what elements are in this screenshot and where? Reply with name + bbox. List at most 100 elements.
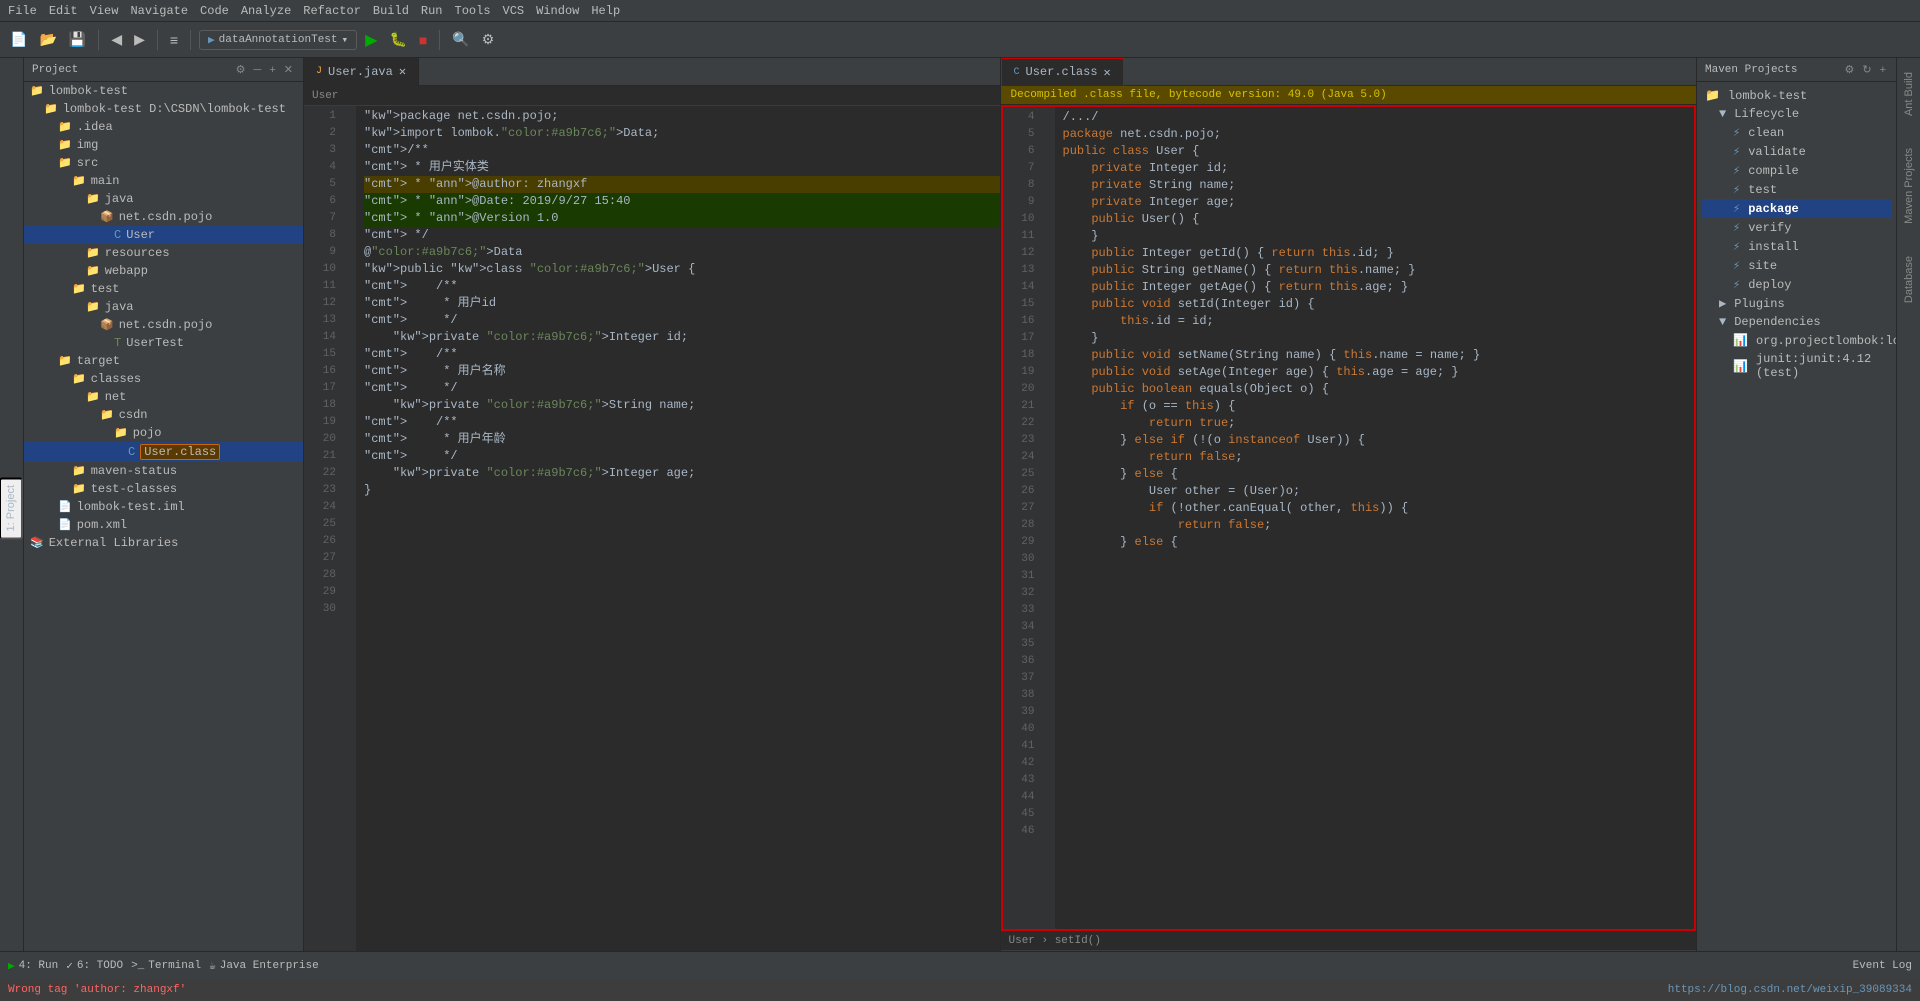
tree-item-7[interactable]: 📦net.csdn.pojo xyxy=(24,208,303,226)
maven-lifecycle-test[interactable]: ⚡test xyxy=(1701,180,1892,199)
terminal-bottom-btn[interactable]: >_ Terminal xyxy=(131,960,201,972)
run-btn[interactable]: ▶ xyxy=(361,28,381,52)
database-tab[interactable]: Database xyxy=(1899,250,1919,309)
tree-item-1[interactable]: 📁lombok-test D:\CSDN\lombok-test xyxy=(24,100,303,118)
structure-btn[interactable]: ≡ xyxy=(166,30,182,50)
project-expand-btn[interactable]: + xyxy=(267,63,277,77)
maven-dep-lombok[interactable]: 📊org.projectlombok:lo xyxy=(1701,331,1892,350)
maven-projects-tab[interactable]: Maven Projects xyxy=(1899,142,1919,230)
run-config-selector[interactable]: ▶ dataAnnotationTest ▾ xyxy=(199,30,357,50)
tree-item-18[interactable]: 📁csdn xyxy=(24,406,303,424)
tree-item-2[interactable]: 📁.idea xyxy=(24,118,303,136)
tree-item-5[interactable]: 📁main xyxy=(24,172,303,190)
java-editor-content[interactable]: 1234567891011121314151617181920212223242… xyxy=(304,106,1000,951)
tree-item-13[interactable]: 📦net.csdn.pojo xyxy=(24,316,303,334)
menu-window[interactable]: Window xyxy=(536,4,579,18)
tree-item-0[interactable]: 📁lombok-test xyxy=(24,82,303,100)
menu-file[interactable]: File xyxy=(8,4,37,18)
project-close-btn[interactable]: ✕ xyxy=(282,62,295,77)
maven-root[interactable]: 📁lombok-test xyxy=(1701,86,1892,105)
forward-btn[interactable]: ▶ xyxy=(130,29,149,50)
java-code-line-26: "cmt"> * 用户年龄 xyxy=(364,431,1000,448)
art-build-tab[interactable]: Ant Build xyxy=(1899,66,1919,122)
maven-add-btn[interactable]: + xyxy=(1878,63,1888,77)
tree-item-label-23: lombok-test.iml xyxy=(77,500,185,514)
menu-code[interactable]: Code xyxy=(200,4,229,18)
maven-lifecycle-package[interactable]: ⚡package xyxy=(1701,199,1892,218)
tree-item-21[interactable]: 📁maven-status xyxy=(24,462,303,480)
tree-item-3[interactable]: 📁img xyxy=(24,136,303,154)
tree-item-25[interactable]: 📚External Libraries xyxy=(24,534,303,552)
run-bottom-btn[interactable]: ▶ 4: Run xyxy=(8,959,58,973)
java-enterprise-bottom-btn[interactable]: ☕ Java Enterprise xyxy=(209,959,319,973)
maven-lifecycle-site[interactable]: ⚡site xyxy=(1701,256,1892,275)
maven-settings-btn[interactable]: ⚙ xyxy=(1842,62,1856,77)
maven-lifecycle-header[interactable]: ▼Lifecycle xyxy=(1701,105,1892,123)
userclass-close-btn[interactable]: ✕ xyxy=(1104,65,1111,80)
menu-edit[interactable]: Edit xyxy=(49,4,78,18)
decompiled-code-lines: /.../package net.csdn.pojo;public class … xyxy=(1055,107,1695,929)
search-everywhere-btn[interactable]: 🔍 xyxy=(448,29,473,50)
maven-deps-header[interactable]: ▼Dependencies xyxy=(1701,313,1892,331)
todo-bottom-btn[interactable]: ✓ 6: TODO xyxy=(66,959,123,973)
maven-refresh-btn[interactable]: ↻ xyxy=(1860,62,1873,77)
tree-item-19[interactable]: 📁pojo xyxy=(24,424,303,442)
java-code-line-10: "cmt"> * "ann">@Version 1.0 xyxy=(364,210,1000,227)
event-log-btn[interactable]: Event Log xyxy=(1853,960,1912,972)
maven-lifecycle-verify[interactable]: ⚡verify xyxy=(1701,218,1892,237)
userclass-tab[interactable]: C User.class ✕ xyxy=(1001,58,1124,86)
userclass-tab-label: User.class xyxy=(1026,65,1098,79)
tree-item-icon-19: 📁 xyxy=(114,426,128,440)
maven-plugins-header[interactable]: ▶Plugins xyxy=(1701,294,1892,313)
tree-item-8[interactable]: CUser xyxy=(24,226,303,244)
maven-lifecycle-deploy[interactable]: ⚡deploy xyxy=(1701,275,1892,294)
open-btn[interactable]: 📂 xyxy=(35,29,60,50)
java-line-num-2: 2 xyxy=(312,125,336,142)
tree-item-4[interactable]: 📁src xyxy=(24,154,303,172)
tree-item-10[interactable]: 📁webapp xyxy=(24,262,303,280)
new-file-btn[interactable]: 📄 xyxy=(6,29,31,50)
tree-item-15[interactable]: 📁target xyxy=(24,352,303,370)
back-btn[interactable]: ◀ xyxy=(107,29,126,50)
project-tab-btn[interactable]: 1: Project xyxy=(0,477,23,539)
tree-item-11[interactable]: 📁test xyxy=(24,280,303,298)
menu-vcs[interactable]: VCS xyxy=(503,4,525,18)
menu-view[interactable]: View xyxy=(90,4,119,18)
tree-item-9[interactable]: 📁resources xyxy=(24,244,303,262)
tree-item-16[interactable]: 📁classes xyxy=(24,370,303,388)
tree-item-14[interactable]: TUserTest xyxy=(24,334,303,352)
tree-item-label-22: test-classes xyxy=(91,482,177,496)
userjava-close-btn[interactable]: ✕ xyxy=(399,64,406,79)
tree-item-17[interactable]: 📁net xyxy=(24,388,303,406)
project-settings-btn[interactable]: ⚙ xyxy=(234,62,248,77)
menu-help[interactable]: Help xyxy=(591,4,620,18)
menu-analyze[interactable]: Analyze xyxy=(241,4,291,18)
tree-item-24[interactable]: 📄pom.xml xyxy=(24,516,303,534)
tree-item-icon-16: 📁 xyxy=(72,372,86,386)
project-collapse-btn[interactable]: ─ xyxy=(252,63,264,77)
menu-build[interactable]: Build xyxy=(373,4,409,18)
decompiled-line-num-17: 17 xyxy=(1011,330,1035,347)
maven-lifecycle-compile[interactable]: ⚡compile xyxy=(1701,161,1892,180)
tree-item-20[interactable]: CUser.class xyxy=(24,442,303,462)
menu-refactor[interactable]: Refactor xyxy=(303,4,361,18)
tree-item-22[interactable]: 📁test-classes xyxy=(24,480,303,498)
decompiled-code-line-5: /.../ xyxy=(1063,109,1695,126)
tree-item-23[interactable]: 📄lombok-test.iml xyxy=(24,498,303,516)
maven-dep-junit[interactable]: 📊junit:junit:4.12 (test) xyxy=(1701,350,1892,382)
maven-lifecycle-validate[interactable]: ⚡validate xyxy=(1701,142,1892,161)
debug-btn[interactable]: 🐛 xyxy=(385,29,410,50)
userjava-tab[interactable]: J User.java ✕ xyxy=(304,58,419,86)
settings-btn[interactable]: ⚙ xyxy=(478,29,499,50)
java-line-num-27: 27 xyxy=(312,550,336,567)
stop-btn[interactable]: ■ xyxy=(415,30,431,50)
tree-item-12[interactable]: 📁java xyxy=(24,298,303,316)
menu-tools[interactable]: Tools xyxy=(455,4,491,18)
tree-item-6[interactable]: 📁java xyxy=(24,190,303,208)
save-btn[interactable]: 💾 xyxy=(65,29,90,50)
menu-navigate[interactable]: Navigate xyxy=(130,4,188,18)
menu-run[interactable]: Run xyxy=(421,4,443,18)
decompiled-content[interactable]: 4567891011121314151617181920212223242526… xyxy=(1001,105,1697,931)
maven-lifecycle-install[interactable]: ⚡install xyxy=(1701,237,1892,256)
maven-lifecycle-clean[interactable]: ⚡clean xyxy=(1701,123,1892,142)
